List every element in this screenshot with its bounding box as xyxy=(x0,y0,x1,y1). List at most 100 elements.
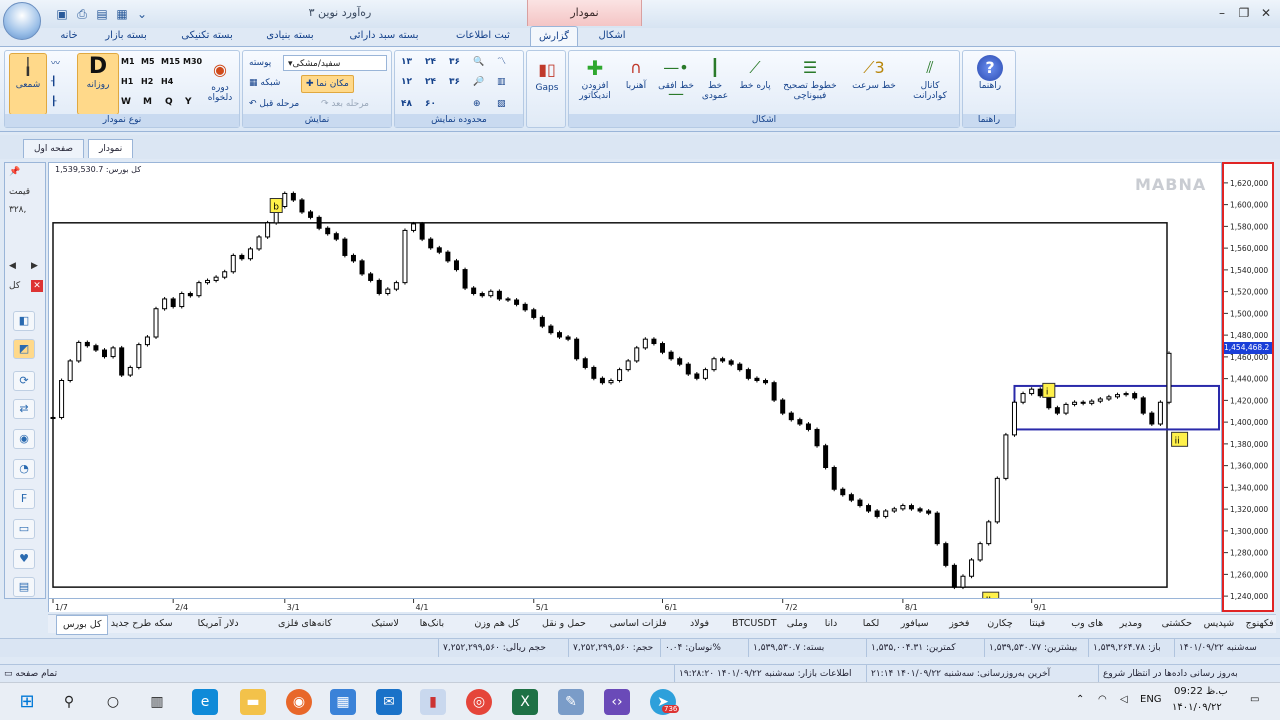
chrome-icon[interactable]: ◎ xyxy=(466,689,492,715)
dev-tool-icon[interactable]: ‹› xyxy=(604,689,630,715)
period-m15[interactable]: M15 xyxy=(161,53,180,71)
wave-label[interactable]: b xyxy=(269,198,283,213)
chart-mix-icon[interactable]: ▧ xyxy=(497,95,506,113)
range-12[interactable]: ۱۲ xyxy=(401,73,412,91)
daily-button[interactable]: D روزانه xyxy=(77,53,119,115)
symbol-tab[interactable]: BTCUSDT xyxy=(732,615,777,633)
wave-label[interactable]: ii xyxy=(1171,431,1189,447)
skin-select[interactable]: سفید/مشکی ▾ xyxy=(283,55,387,71)
symbol-tab[interactable]: سکه طرح جدید xyxy=(111,615,173,633)
period-h2[interactable]: H2 xyxy=(141,73,153,91)
preview-icon[interactable]: ▤ xyxy=(94,6,110,22)
period-m5[interactable]: M5 xyxy=(141,53,155,71)
paint-icon[interactable]: ✎ xyxy=(558,689,584,715)
period-h4[interactable]: H4 xyxy=(161,73,173,91)
range-box[interactable] xyxy=(52,222,1168,588)
excel-icon[interactable]: X xyxy=(512,689,538,715)
tab-report[interactable]: گزارش xyxy=(530,26,578,47)
fullscreen-button[interactable]: ▭ تمام صفحه xyxy=(0,665,120,683)
symbol-tab[interactable]: لکما xyxy=(863,615,880,633)
keyboard-language[interactable]: ENG xyxy=(1140,694,1162,705)
symbol-tab[interactable]: چکارن xyxy=(987,615,1013,633)
firefox-icon[interactable]: ◉ xyxy=(286,689,312,715)
period-m30[interactable]: M30 xyxy=(183,53,202,71)
file-explorer-icon[interactable]: ▬ xyxy=(240,689,266,715)
range-36a[interactable]: ۳۶ xyxy=(449,53,460,71)
range-48[interactable]: ۴۸ xyxy=(401,95,412,113)
symbol-tab[interactable]: وملی xyxy=(787,615,808,633)
symbol-tab[interactable]: فخوز xyxy=(949,615,969,633)
scroll-right-icon[interactable]: ▶ xyxy=(31,261,38,271)
vertical-line-button[interactable]: ┃ خط عمودی xyxy=(697,55,733,101)
tool-report-icon[interactable]: ◧ xyxy=(13,311,35,331)
taskbar-date[interactable]: ۱۴۰۱/۰۹/۲۲ xyxy=(1172,702,1222,713)
symbol-tab[interactable]: کل هم وزن xyxy=(474,615,519,633)
ohlc-chart-icon[interactable]: ┠ xyxy=(51,93,56,111)
help-button[interactable]: ? راهنما xyxy=(967,55,1013,91)
dropdown-icon[interactable]: ⌄ xyxy=(134,6,150,22)
tab-fundamental[interactable]: بسته بنیادی xyxy=(258,26,322,46)
range-60[interactable]: ۶۰ xyxy=(425,95,436,113)
symbol-tab[interactable]: فولاد xyxy=(690,615,709,633)
line-chart-icon[interactable]: 〰 xyxy=(51,55,60,73)
volume-icon[interactable]: ◁ xyxy=(1120,694,1128,705)
cursor-toggle[interactable]: ✚ مکان نما xyxy=(301,75,354,93)
zoom-fit-icon[interactable]: ⊕ xyxy=(473,95,481,113)
symbol-tab[interactable]: کانه‌های فلزی xyxy=(278,615,332,633)
search-icon[interactable]: ⚲ xyxy=(56,689,82,715)
restore-button[interactable]: ❐ xyxy=(1234,4,1254,22)
range-24a[interactable]: ۲۴ xyxy=(425,53,436,71)
task-view-icon[interactable]: ○ xyxy=(100,689,126,715)
symbol-tab[interactable]: سیافور xyxy=(901,615,929,633)
print-icon[interactable]: ⎙ xyxy=(74,6,90,22)
horizontal-line-button[interactable]: —•— خط افقی xyxy=(657,55,695,103)
windows-start-icon[interactable]: ⊞ xyxy=(14,689,40,715)
symbol-tab[interactable]: ومدیر xyxy=(1120,615,1143,633)
period-week[interactable]: W xyxy=(121,93,131,111)
symbol-tab[interactable]: دلار آمریکا xyxy=(198,615,239,633)
chart-line-icon[interactable]: 〽 xyxy=(497,53,506,71)
period-year[interactable]: Y xyxy=(185,93,192,111)
grid-toggle[interactable]: ▦ شبکه xyxy=(249,74,280,92)
edge-icon[interactable]: e xyxy=(192,689,218,715)
candle-button[interactable]: ╽ شمعی xyxy=(9,53,47,115)
tool-grid-icon[interactable]: ▤ xyxy=(13,577,35,597)
tab-portfolio[interactable]: بسته سبد دارائی xyxy=(338,26,430,46)
chart-area[interactable]: biiiII کل بورس: 1,539,530.7 MABNA xyxy=(48,162,1222,599)
tray-chevron-icon[interactable]: ⌃ xyxy=(1076,694,1084,705)
zoom-out-icon[interactable]: 🔎 xyxy=(473,73,484,91)
symbol-tab[interactable]: بانک‌ها xyxy=(420,615,445,633)
symbol-tab[interactable]: کل بورس xyxy=(56,615,109,635)
period-month[interactable]: M xyxy=(143,93,152,111)
tab-home[interactable]: خانه xyxy=(54,26,84,46)
zoom-in-icon[interactable]: 🔍 xyxy=(473,53,484,71)
export-icon[interactable]: ▦ xyxy=(114,6,130,22)
range-36b[interactable]: ۳۶ xyxy=(449,73,460,91)
period-m1[interactable]: M1 xyxy=(121,53,135,71)
pin-icon[interactable]: 📌 xyxy=(9,167,20,177)
wifi-icon[interactable]: ◠ xyxy=(1098,694,1107,705)
tool-pie-icon[interactable]: ◔ xyxy=(13,459,35,479)
symbol-tab[interactable]: لاستیک xyxy=(371,615,399,633)
symbol-tab[interactable]: فینتا xyxy=(1029,615,1045,633)
bar-chart-icon[interactable]: ┨ xyxy=(51,73,56,91)
tool-heart-icon[interactable]: ♥ xyxy=(13,549,35,569)
mail-icon[interactable]: ✉ xyxy=(376,689,402,715)
fibonacci-button[interactable]: ☰ خطوط تصحیح فیبوناچی xyxy=(777,55,843,101)
segment-button[interactable]: ⟋ پاره خط xyxy=(735,55,775,91)
tab-technical[interactable]: بسته تکنیکی xyxy=(174,26,240,46)
minimize-button[interactable]: – xyxy=(1212,4,1232,22)
period-h1[interactable]: H1 xyxy=(121,73,133,91)
quadrant-channel-button[interactable]: ⫽ کانال کوادرانت xyxy=(903,55,957,101)
symbol-tab[interactable]: حمل و نقل xyxy=(542,615,586,633)
prev-step-button[interactable]: ↶ مرحله قبل xyxy=(249,95,299,113)
symbol-tab[interactable]: های وب xyxy=(1071,615,1103,633)
rahavard-app-icon[interactable]: ▮ xyxy=(420,689,446,715)
page-tab-first[interactable]: صفحه اول xyxy=(23,139,85,158)
widgets-icon[interactable]: ▥ xyxy=(144,689,170,715)
taskbar-time[interactable]: ب.ظ 09:22 xyxy=(1174,686,1228,697)
custom-period-button[interactable]: ◉ دوره دلخواه xyxy=(203,57,237,103)
wave-label[interactable]: i xyxy=(1042,382,1056,398)
notification-icon[interactable]: ▭ xyxy=(1250,694,1259,705)
tool-chart-icon[interactable]: ◩ xyxy=(13,339,35,359)
